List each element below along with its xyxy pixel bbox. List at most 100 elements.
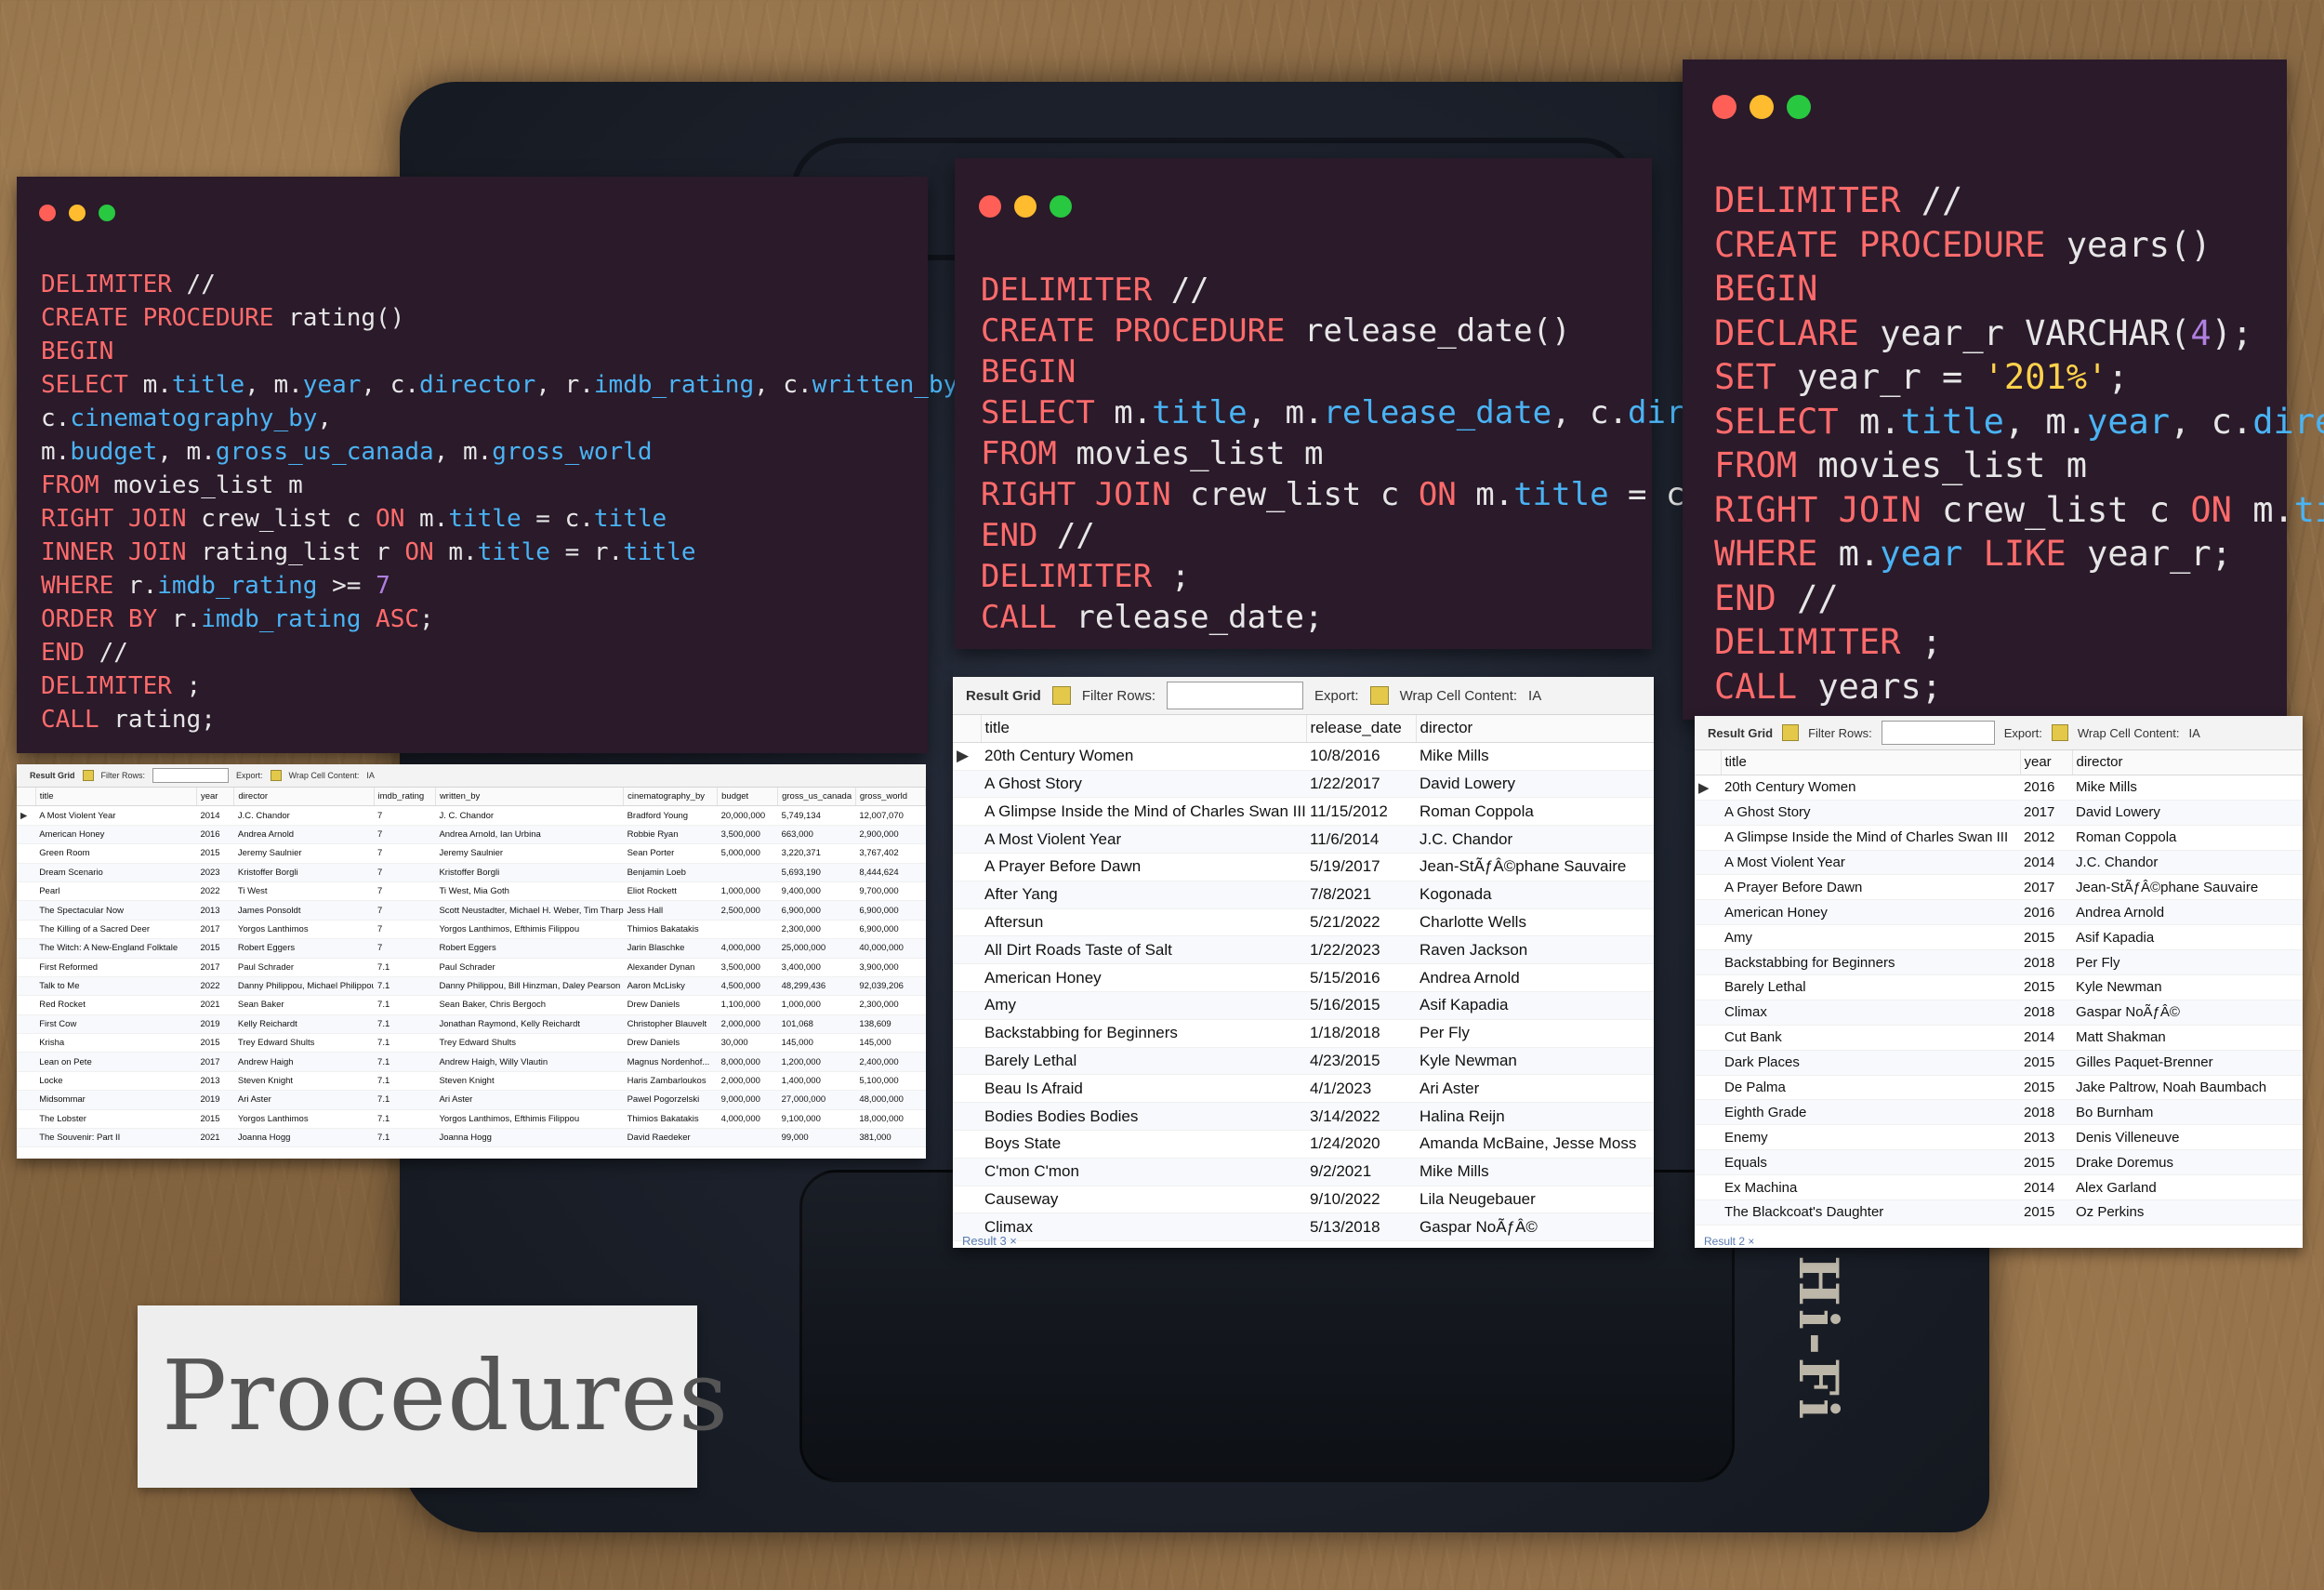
table-cell[interactable]: 5/21/2022	[1306, 908, 1416, 937]
column-header[interactable]: budget	[717, 788, 779, 807]
close-dot-icon[interactable]	[979, 195, 1001, 218]
table-cell[interactable]: 2015	[2020, 1199, 2072, 1226]
table-cell[interactable]: 2014	[196, 805, 234, 826]
table-cell[interactable]: Beau Is Afraid	[981, 1074, 1306, 1104]
table-row[interactable]: Bodies Bodies Bodies 3/14/2022 Halina Reij…	[953, 1102, 1654, 1131]
grid-view-icon[interactable]	[82, 770, 94, 781]
column-header[interactable]: title	[1721, 750, 2021, 775]
table-cell[interactable]: Asif Kapadia	[2072, 924, 2303, 951]
table-cell[interactable]: 11/15/2012	[1306, 797, 1416, 827]
table-cell[interactable]: A Ghost Story	[1721, 800, 2020, 826]
table-cell[interactable]: Kyle Newman	[1416, 1047, 1654, 1076]
table-cell[interactable]: 7.1	[374, 976, 436, 997]
table-row[interactable]: De Palma 2015 Jake Paltrow, Noah Baumbach	[1695, 1075, 2303, 1101]
table-cell[interactable]: 9,400,000	[777, 881, 856, 902]
minimize-dot-icon[interactable]	[1750, 95, 1774, 119]
table-cell[interactable]: Causeway	[981, 1186, 1306, 1214]
table-row[interactable]: Cut Bank 2014 Matt Shakman	[1695, 1025, 2303, 1051]
table-cell[interactable]: A Most Violent Year	[1721, 850, 2020, 876]
table-cell[interactable]: Jeremy Saulnier	[435, 843, 624, 864]
table-row[interactable]: Backstabbing for Beginners 2018 Per Fly	[1695, 949, 2303, 976]
wrap-content-icon[interactable]: IA	[2188, 726, 2199, 740]
maximize-dot-icon[interactable]	[1050, 195, 1072, 218]
column-header[interactable]: release_date	[1306, 715, 1417, 743]
table-cell[interactable]: All Dirt Roads Taste of Salt	[981, 935, 1306, 965]
table-cell[interactable]: 2015	[2020, 1050, 2072, 1076]
table-cell[interactable]: Gaspar NoÃƒÂ©	[2072, 1000, 2303, 1026]
filter-rows-input[interactable]	[152, 768, 230, 783]
table-cell[interactable]: 2016	[196, 825, 234, 845]
table-cell[interactable]: 48,000,000	[855, 1090, 926, 1110]
table-cell[interactable]: 8,444,624	[855, 863, 926, 882]
table-cell[interactable]: J.C. Chandor	[1416, 825, 1654, 854]
table-cell[interactable]: Kristoffer Borgli	[435, 863, 624, 882]
table-row[interactable]: Enemy 2013 Denis Villeneuve	[1695, 1124, 2303, 1151]
table-cell[interactable]: Oz Perkins	[2072, 1199, 2303, 1226]
table-cell[interactable]: Jeremy Saulnier	[233, 843, 375, 864]
table-cell[interactable]: Asif Kapadia	[1416, 991, 1654, 1020]
table-cell[interactable]: 1/24/2020	[1306, 1130, 1416, 1159]
table-cell[interactable]: American Honey	[35, 825, 197, 845]
table-row[interactable]: First Reformed 2017 Paul Schrader 7.1 Paul S…	[17, 958, 926, 977]
table-row[interactable]: A Prayer Before Dawn 5/19/2017 Jean-StÃƒÂ©…	[953, 853, 1654, 881]
table-cell[interactable]: 20,000,000	[717, 805, 778, 826]
table-row[interactable]: Barely Lethal 2015 Kyle Newman	[1695, 974, 2303, 1000]
maximize-dot-icon[interactable]	[1787, 95, 1811, 119]
table-row[interactable]: C'mon C'mon 9/2/2021 Mike Mills	[953, 1158, 1654, 1186]
table-cell[interactable]: 25,000,000	[777, 938, 856, 959]
table-cell[interactable]: 1,200,000	[777, 1052, 856, 1072]
table-row[interactable]: Boys State 1/24/2020 Amanda McBaine, Jesse…	[953, 1130, 1654, 1159]
table-cell[interactable]	[717, 863, 778, 882]
table-cell[interactable]: Jess Hall	[623, 900, 718, 921]
column-header[interactable]: gross_world	[855, 788, 926, 807]
column-header[interactable]: director	[233, 788, 375, 807]
table-cell[interactable]: Yorgos Lanthimos, Efthimis Filippou	[435, 1109, 624, 1130]
table-row[interactable]: First Cow 2019 Kelly Reichardt 7.1 Jonathan …	[17, 1014, 926, 1035]
table-cell[interactable]: 20th Century Women	[1721, 775, 2020, 801]
table-cell[interactable]: 2015	[196, 843, 234, 864]
table-cell[interactable]: 138,609	[855, 1014, 926, 1035]
table-cell[interactable]: Danny Philippou, Bill Hinzman, Daley Pea…	[435, 976, 624, 997]
table-cell[interactable]: Danny Philippou, Michael Philippou	[233, 976, 375, 997]
table-cell[interactable]: Jean-StÃƒÂ©phane Sauvaire	[1416, 853, 1654, 881]
table-cell[interactable]: 7/8/2021	[1306, 881, 1416, 909]
table-cell[interactable]: 2015	[196, 1033, 234, 1053]
table-cell[interactable]: 9/10/2022	[1306, 1186, 1416, 1214]
table-cell[interactable]: Andrea Arnold	[233, 825, 375, 845]
table-cell[interactable]: 2018	[2020, 1099, 2072, 1126]
table-cell[interactable]: 7.1	[374, 958, 436, 977]
table-cell[interactable]: A Most Violent Year	[981, 825, 1306, 854]
table-cell[interactable]: 7.1	[374, 1033, 436, 1053]
export-icon[interactable]	[1369, 686, 1389, 705]
table-cell[interactable]: Ari Aster	[1416, 1074, 1654, 1104]
table-cell[interactable]: 1,000,000	[777, 995, 856, 1015]
table-cell[interactable]: Mike Mills	[1416, 1158, 1654, 1186]
result-tab-footer[interactable]: Result 3 ×	[962, 1234, 1017, 1248]
table-cell[interactable]: 2,500,000	[717, 900, 778, 921]
table-cell[interactable]: 5,749,134	[777, 805, 856, 826]
table-cell[interactable]: 30,000	[717, 1033, 778, 1053]
table-cell[interactable]: 2017	[196, 920, 234, 940]
table-cell[interactable]: 3/14/2022	[1306, 1102, 1416, 1131]
table-cell[interactable]: Kyle Newman	[2072, 974, 2303, 1000]
table-cell[interactable]: Pawel Pogorzelski	[623, 1090, 718, 1110]
table-row[interactable]: Amy 2015 Asif Kapadia	[1695, 924, 2303, 951]
table-row[interactable]: Aftersun 5/21/2022 Charlotte Wells	[953, 908, 1654, 937]
table-cell[interactable]: 381,000	[855, 1128, 926, 1148]
table-cell[interactable]: Paul Schrader	[233, 958, 375, 977]
table-cell[interactable]: A Glimpse Inside the Mind of Charles Swa…	[981, 797, 1306, 827]
table-row[interactable]: The Witch: A New-England Folktale 2015 Rob…	[17, 938, 926, 959]
table-cell[interactable]: The Spectacular Now	[35, 900, 197, 921]
table-cell[interactable]: American Honey	[981, 963, 1306, 992]
table-cell[interactable]: Ari Aster	[233, 1090, 375, 1110]
table-cell[interactable]: The Blackcoat's Daughter	[1721, 1199, 2020, 1226]
table-cell[interactable]: 1,000,000	[717, 881, 778, 902]
table-cell[interactable]: Yorgos Lanthimos	[233, 1109, 375, 1130]
table-cell[interactable]: J. C. Chandor	[435, 805, 624, 826]
table-cell[interactable]: 2015	[2020, 1075, 2072, 1101]
table-row[interactable]: A Glimpse Inside the Mind of Charles Swa…	[953, 797, 1654, 827]
result-grid-tab[interactable]: Result Grid	[1708, 726, 1773, 740]
table-row[interactable]: A Glimpse Inside the Mind of Charles Swa…	[1695, 825, 2303, 851]
table-cell[interactable]: Roman Coppola	[2072, 825, 2303, 851]
table-cell[interactable]: Kristoffer Borgli	[233, 863, 375, 882]
